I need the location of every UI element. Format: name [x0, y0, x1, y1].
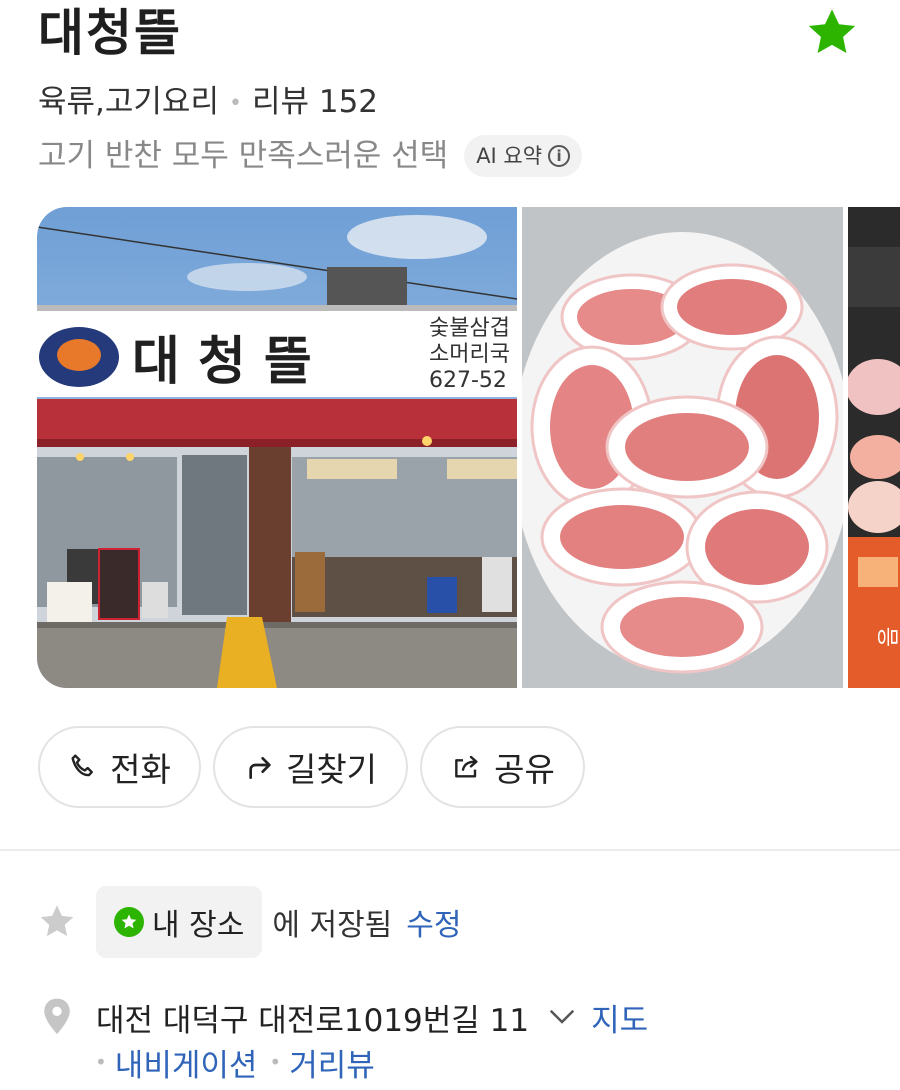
star-outline-icon	[40, 905, 74, 937]
address-links: • 내비게이션 • 거리뷰	[95, 1040, 375, 1084]
phone-icon	[71, 754, 94, 777]
place-title: 대청뜰	[38, 4, 182, 62]
call-label: 전화	[110, 750, 171, 789]
review-count-link[interactable]: 리뷰 152	[252, 84, 378, 120]
share-label: 공유	[494, 750, 555, 789]
info-icon: i	[548, 145, 571, 167]
ai-summary-text: 고기 반찬 모두 만족스러운 선택	[38, 138, 449, 174]
ai-chip-label: AI 요약	[476, 144, 543, 168]
saved-status-text: 에 저장됨	[272, 908, 393, 943]
separator-dot: •	[269, 1050, 282, 1074]
green-star-badge-icon	[114, 907, 144, 937]
share-icon	[455, 755, 478, 778]
route-label: 길찾기	[285, 750, 378, 789]
separator-dot: •	[228, 90, 242, 116]
map-link[interactable]: 지도	[591, 995, 648, 1040]
photo-pork-belly[interactable]	[522, 207, 843, 688]
navigation-link[interactable]: 내비게이션	[115, 1040, 258, 1085]
photo-tent-text: 음	[877, 627, 900, 647]
separator-dot: •	[95, 1050, 107, 1074]
sign-main-text: 대 청 뜰	[132, 332, 312, 392]
call-button[interactable]: 전화	[38, 726, 201, 808]
section-divider	[0, 849, 900, 851]
address-row: 대전 대덕구 대전로1019번길 11 지도	[40, 994, 648, 1040]
sign-side-text-2: 소머리국	[429, 342, 510, 367]
my-places-chip[interactable]: 내 장소	[96, 886, 263, 958]
address-text: 대전 대덕구 대전로1019번길 11	[96, 1002, 530, 1039]
saved-row: 내 장소 에 저장됨 수정	[38, 886, 461, 958]
place-meta: 육류,고기요리 • 리뷰 152	[38, 80, 378, 126]
sign-side-text-1: 숯불삼겹	[429, 316, 510, 341]
category-label: 육류,고기요리	[38, 84, 219, 120]
photo-storefront[interactable]: 대 청 뜰 숯불삼겹 소머리국 627-52	[37, 207, 517, 688]
ai-summary-row: 고기 반찬 모두 만족스러운 선택 AI 요약 i	[38, 134, 583, 178]
route-button[interactable]: 길찾기	[213, 726, 408, 808]
share-button[interactable]: 공유	[420, 726, 585, 808]
photo-grill[interactable]: 음	[848, 207, 900, 688]
edit-link[interactable]: 수정	[406, 900, 461, 944]
ai-summary-chip[interactable]: AI 요약 i	[464, 135, 583, 177]
location-pin-icon	[44, 998, 70, 1034]
my-places-label: 내 장소	[152, 908, 245, 943]
photo-carousel[interactable]: 대 청 뜰 숯불삼겹 소머리국 627-52 음	[37, 207, 900, 688]
route-arrow-icon	[249, 757, 271, 779]
chevron-down-icon[interactable]	[547, 1007, 577, 1027]
sign-phone-text: 627-52	[429, 368, 507, 393]
roadview-link[interactable]: 거리뷰	[289, 1040, 375, 1085]
action-buttons: 전화 길찾기 공유	[38, 726, 585, 808]
favorite-star-icon[interactable]	[804, 6, 860, 60]
